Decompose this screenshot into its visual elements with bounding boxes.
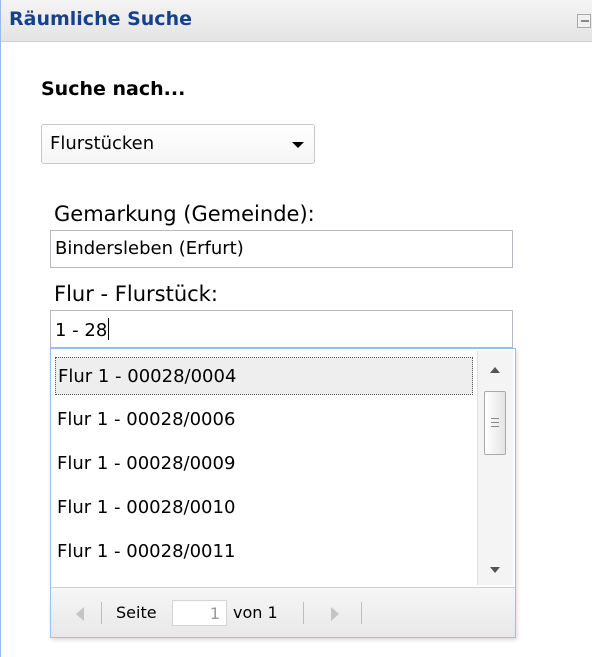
paging-toolbar: Seite 1 von 1 [51,587,515,637]
flur-input-text: 1 - 28 [55,318,110,341]
search-type-select[interactable]: Flurstücken [41,124,315,164]
gemarkung-input[interactable]: Bindersleben (Erfurt) [50,230,513,268]
panel-header: Räumliche Suche [1,0,592,42]
gemarkung-value: Bindersleben (Erfurt) [55,238,244,259]
spatial-search-panel: Räumliche Suche Suche nach... Flurstücke… [0,0,592,657]
search-heading: Suche nach... [41,78,186,100]
text-caret [108,318,110,340]
gemarkung-label: Gemarkung (Gemeinde): [54,202,315,226]
scroll-down-arrow-icon[interactable] [490,567,500,573]
list-item[interactable]: Flur 1 - 00028/0004 [55,357,473,395]
flur-input[interactable]: 1 - 28 [50,310,513,348]
pager-separator [101,602,102,624]
pager-separator [361,602,362,624]
page-number-input[interactable]: 1 [172,600,227,626]
pager-separator [303,602,304,624]
results-dropdown: Flur 1 - 00028/0004 Flur 1 - 00028/0006 … [50,348,516,638]
flur-label: Flur - Flurstück: [54,282,218,306]
flur-value: 1 - 28 [55,320,108,341]
scroll-thumb[interactable] [484,391,506,455]
results-scrollbar[interactable] [477,351,513,585]
panel-title: Räumliche Suche [9,8,192,30]
of-pages-label: von 1 [233,603,278,622]
page-number-value: 1 [209,604,220,623]
list-item[interactable]: Flur 1 - 00028/0009 [55,445,473,483]
previous-page-icon[interactable] [76,607,84,621]
scroll-up-arrow-icon[interactable] [490,367,500,373]
list-item[interactable]: Flur 1 - 00028/0010 [55,489,473,527]
collapse-icon[interactable] [577,14,591,28]
results-list: Flur 1 - 00028/0004 Flur 1 - 00028/0006 … [51,349,515,587]
chevron-down-icon[interactable] [292,142,304,148]
list-item[interactable]: Flur 1 - 00028/0011 [55,533,473,571]
search-type-value: Flurstücken [50,133,155,154]
page-label: Seite [116,603,157,622]
next-page-icon[interactable] [331,607,339,621]
list-item[interactable]: Flur 1 - 00028/0006 [55,401,473,439]
